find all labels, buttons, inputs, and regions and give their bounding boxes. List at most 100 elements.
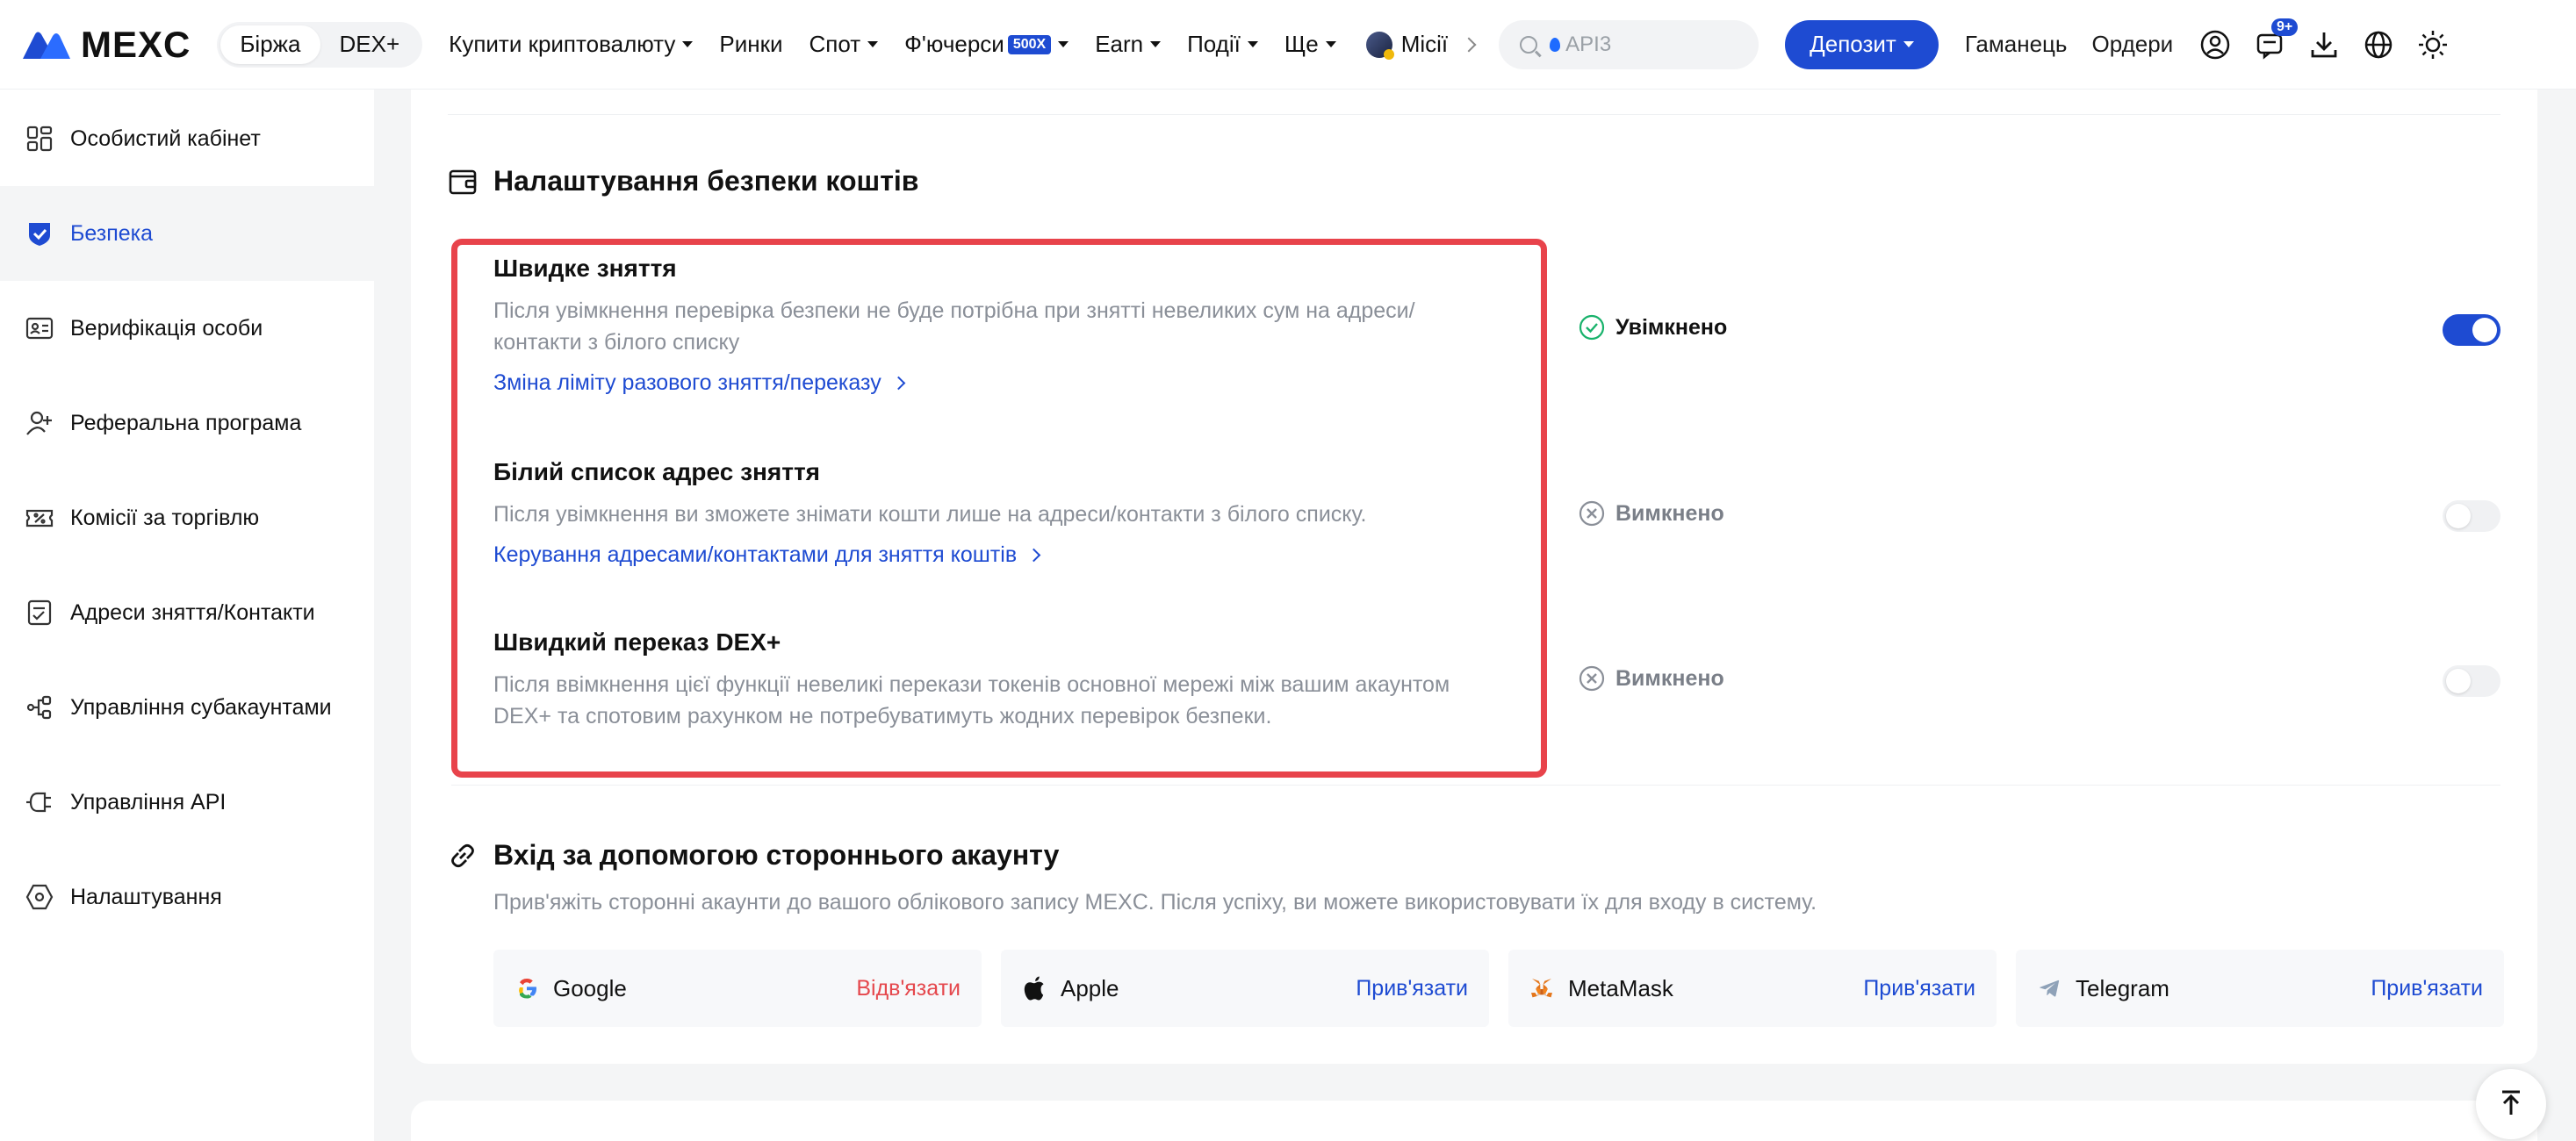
whitelist-toggle[interactable] xyxy=(2443,500,2500,532)
logo-text: MEXC xyxy=(81,23,191,65)
user-profile-icon[interactable] xyxy=(2199,29,2231,61)
segment-dex[interactable]: DEX+ xyxy=(320,25,420,64)
segment-exchange[interactable]: Біржа xyxy=(220,25,320,64)
apple-icon xyxy=(1022,976,1047,1001)
fund-security-heading: Налаштування безпеки коштів xyxy=(448,165,918,197)
section-divider xyxy=(451,785,2500,786)
fast-withdrawal-toggle[interactable] xyxy=(2443,314,2500,346)
account-telegram: Telegram Прив'язати xyxy=(2016,950,2504,1027)
status-label: Вимкнено xyxy=(1615,665,1724,691)
nav-spot[interactable]: Спот xyxy=(809,31,879,58)
fast-withdrawal-status: Увімкнено xyxy=(1579,314,1727,341)
account-name: Google xyxy=(553,974,627,1001)
sidebar-item-referral[interactable]: Реферальна програма xyxy=(0,376,374,470)
option-withdrawal-whitelist: Білий список адрес зняття Після увімкнен… xyxy=(493,458,1486,568)
nav-orders[interactable]: Ордери xyxy=(2091,31,2173,58)
sidebar-item-label: Комісії за торгівлю xyxy=(70,505,260,530)
manage-addresses-link-label: Керування адресами/контактами для зняття… xyxy=(493,542,1018,567)
notification-count-badge: 9+ xyxy=(2270,18,2299,36)
bind-metamask-button[interactable]: Прив'язати xyxy=(1863,976,1975,1001)
header-icons: 9+ xyxy=(2199,18,2449,61)
nav-missions-label: Місії xyxy=(1400,31,1449,57)
x-circle-icon xyxy=(1579,500,1605,527)
dex-transfer-toggle[interactable] xyxy=(2443,665,2500,697)
sidebar-item-settings[interactable]: Налаштування xyxy=(0,850,374,944)
chevron-down-icon xyxy=(1150,41,1162,47)
sidebar-item-label: Верифікація особи xyxy=(70,315,263,341)
sidebar-item-addresses[interactable]: Адреси зняття/Контакти xyxy=(0,565,374,660)
deposit-label: Депозит xyxy=(1810,31,1896,57)
notifications-icon[interactable]: 9+ xyxy=(2254,18,2299,61)
bind-telegram-button[interactable]: Прив'язати xyxy=(2371,976,2483,1001)
fund-security-title: Налаштування безпеки коштів xyxy=(493,165,919,197)
add-user-icon xyxy=(25,408,54,438)
mexc-logo[interactable]: MEXC xyxy=(21,18,191,71)
status-label: Увімкнено xyxy=(1615,314,1728,340)
theme-sun-icon[interactable] xyxy=(2417,29,2449,61)
nav-spot-label: Спот xyxy=(809,31,861,57)
hexagon-settings-icon xyxy=(25,882,54,912)
sidebar-item-label: Налаштування xyxy=(70,884,222,909)
nav-missions[interactable]: Місії xyxy=(1365,31,1477,60)
nav-earn[interactable]: Earn xyxy=(1095,31,1162,58)
chevron-down-icon xyxy=(1903,41,1914,47)
api-plug-icon xyxy=(25,787,54,817)
futures-leverage-badge: 500X xyxy=(1007,34,1052,54)
search-icon xyxy=(1520,35,1538,54)
sidebar-item-label: Безпека xyxy=(70,220,154,246)
chevron-down-icon xyxy=(867,41,879,47)
mexc-logo-icon xyxy=(23,32,70,59)
withdraw-limit-link-label: Зміна ліміту разового зняття/переказу xyxy=(493,370,881,395)
chevron-right-icon[interactable] xyxy=(1461,37,1477,52)
subaccount-icon xyxy=(25,692,54,722)
dashboard-icon xyxy=(25,124,54,154)
third-party-accounts: Google Відв'язати Apple Прив'язати MetaM… xyxy=(493,950,2504,1027)
sidebar-item-api[interactable]: Управління API xyxy=(0,755,374,850)
sidebar-item-fees[interactable]: Комісії за торгівлю xyxy=(0,470,374,565)
account-name: MetaMask xyxy=(1568,974,1673,1001)
chevron-right-icon xyxy=(891,376,906,391)
nav-markets-label: Ринки xyxy=(719,31,783,57)
nav-markets[interactable]: Ринки xyxy=(719,31,782,58)
sidebar-item-label: Адреси зняття/Контакти xyxy=(70,599,315,625)
unbind-google-button[interactable]: Відв'язати xyxy=(856,976,961,1001)
search-input[interactable]: API3 xyxy=(1499,19,1759,69)
sidebar: Особистий кабінет Безпека Верифікація ос… xyxy=(0,90,374,1141)
option-description: Після ввімкнення цієї функції невеликі п… xyxy=(493,672,1450,728)
chevron-down-icon xyxy=(682,41,694,47)
sidebar-item-security[interactable]: Безпека xyxy=(0,186,374,281)
withdraw-limit-link[interactable]: Зміна ліміту разового зняття/переказу xyxy=(493,370,1486,396)
mission-avatar-icon xyxy=(1365,31,1394,60)
sidebar-item-dashboard[interactable]: Особистий кабінет xyxy=(0,91,374,186)
ticket-icon xyxy=(25,503,54,533)
nav-wallet[interactable]: Гаманець xyxy=(1965,31,2068,58)
sidebar-item-label: Управління API xyxy=(70,789,227,814)
option-title: Швидке зняття xyxy=(493,255,677,282)
sidebar-item-label: Реферальна програма xyxy=(70,410,302,435)
account-google: Google Відв'язати xyxy=(493,950,982,1027)
account-metamask: MetaMask Прив'язати xyxy=(1508,950,1997,1027)
option-title: Швидкий переказ DEX+ xyxy=(493,628,781,656)
nav-events[interactable]: Події xyxy=(1187,31,1258,58)
nav-more-label: Ще xyxy=(1284,31,1319,57)
google-icon xyxy=(514,976,539,1001)
x-circle-icon xyxy=(1579,665,1605,692)
nav-buy-crypto[interactable]: Купити криптовалюту xyxy=(449,31,694,58)
deposit-button[interactable]: Депозит xyxy=(1785,19,1939,69)
nav-futures[interactable]: Ф'ючерси 500X xyxy=(904,31,1069,58)
sidebar-item-label: Особистий кабінет xyxy=(70,126,261,151)
dex-transfer-status: Вимкнено xyxy=(1579,665,1724,692)
nav-more[interactable]: Ще xyxy=(1284,31,1336,58)
globe-language-icon[interactable] xyxy=(2363,29,2394,61)
chevron-down-icon xyxy=(1325,41,1336,47)
sidebar-item-subaccounts[interactable]: Управління субакаунтами xyxy=(0,660,374,755)
scroll-to-top-button[interactable] xyxy=(2476,1069,2546,1139)
nav-events-label: Події xyxy=(1187,31,1241,57)
sidebar-item-identity[interactable]: Верифікація особи xyxy=(0,281,374,376)
wallet-icon xyxy=(448,167,478,197)
download-icon[interactable] xyxy=(2308,29,2340,61)
next-section-card xyxy=(411,1101,2537,1141)
bind-apple-button[interactable]: Прив'язати xyxy=(1356,976,1468,1001)
manage-addresses-link[interactable]: Керування адресами/контактами для зняття… xyxy=(493,542,1486,568)
divider xyxy=(448,114,2500,115)
